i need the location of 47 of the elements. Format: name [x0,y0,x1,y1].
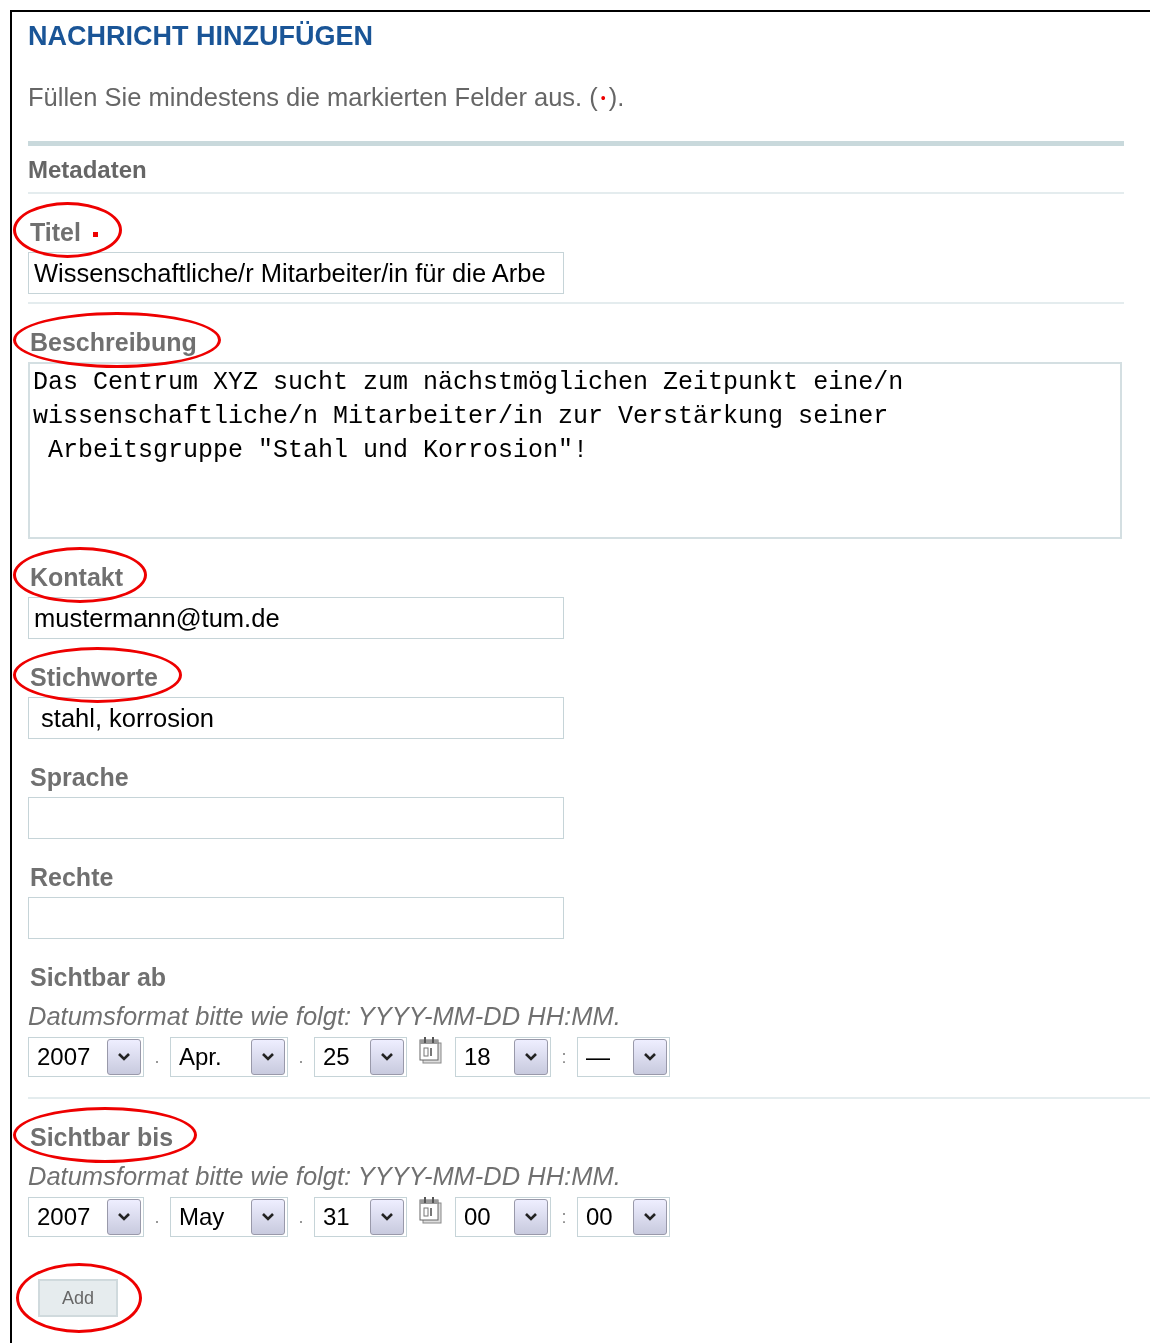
text-area[interactable]: Das Centrum XYZ sucht zum nächstmöglichen Zeitpunkt eine/n wissenschaftliche/n Mitarbeiter/in zur Verstärkung seiner Arbeitsgruppe "Stahl und Korrosion"! [28,362,1122,539]
format-hint: Datumsformat bitte wie folgt: YYYY-MM-DD HH:MM. [28,1001,622,1031]
field-label: Sichtbar bis [30,1123,174,1151]
input-field[interactable] [28,797,564,839]
separator-text: . [297,1207,305,1227]
chevron-down-icon[interactable] [524,1052,538,1062]
chevron-down-icon[interactable] [643,1052,657,1062]
dropdown[interactable]: May [170,1197,288,1237]
separator-text: : [560,1047,568,1067]
chevron-down-icon[interactable] [380,1052,394,1062]
field-label: Rechte [30,863,114,891]
field-label: Stichworte [30,663,158,691]
dropdown[interactable]: 00 [577,1197,670,1237]
dropdown[interactable]: Apr. [170,1037,288,1077]
field-label: Titel [30,218,81,246]
dropdown[interactable]: 2007 [28,1197,144,1237]
chevron-down-icon[interactable] [524,1212,538,1222]
input-field[interactable]: mustermann@tum.de [28,597,564,639]
field-label: Beschreibung [30,328,197,356]
field-label: Kontakt [30,563,124,591]
chevron-down-icon[interactable] [261,1212,275,1222]
chevron-down-icon[interactable] [380,1212,394,1222]
format-hint: Datumsformat bitte wie folgt: YYYY-MM-DD HH:MM. [28,1161,622,1191]
dropdown[interactable]: — [577,1037,670,1077]
separator-text: . [153,1207,161,1227]
field-label: Sichtbar ab [30,963,167,991]
dropdown[interactable]: 00 [455,1197,551,1237]
dropdown[interactable]: 25 [314,1037,407,1077]
calendar-icon[interactable] [418,1197,444,1225]
field-label: Sprache [30,763,129,791]
calendar-icon[interactable] [418,1037,444,1065]
page-title: NACHRICHT HINZUFÜGEN [28,20,374,52]
dropdown[interactable]: 2007 [28,1037,144,1077]
separator-text: . [153,1047,161,1067]
add-button[interactable]: Add [38,1279,119,1317]
chevron-down-icon[interactable] [117,1052,131,1062]
separator-text: . [297,1047,305,1067]
section-heading: Metadaten [28,156,148,184]
dropdown[interactable]: 31 [314,1197,407,1237]
input-field[interactable] [28,897,564,939]
chevron-down-icon[interactable] [261,1052,275,1062]
separator-text: : [560,1207,568,1227]
input-field[interactable]: Wissenschaftliche/r Mitarbeiter/in für die Arbe [28,252,564,294]
input-field[interactable]: stahl, korrosion [28,697,564,739]
chevron-down-icon[interactable] [643,1212,657,1222]
chevron-down-icon[interactable] [117,1212,131,1222]
dropdown[interactable]: 18 [455,1037,551,1077]
